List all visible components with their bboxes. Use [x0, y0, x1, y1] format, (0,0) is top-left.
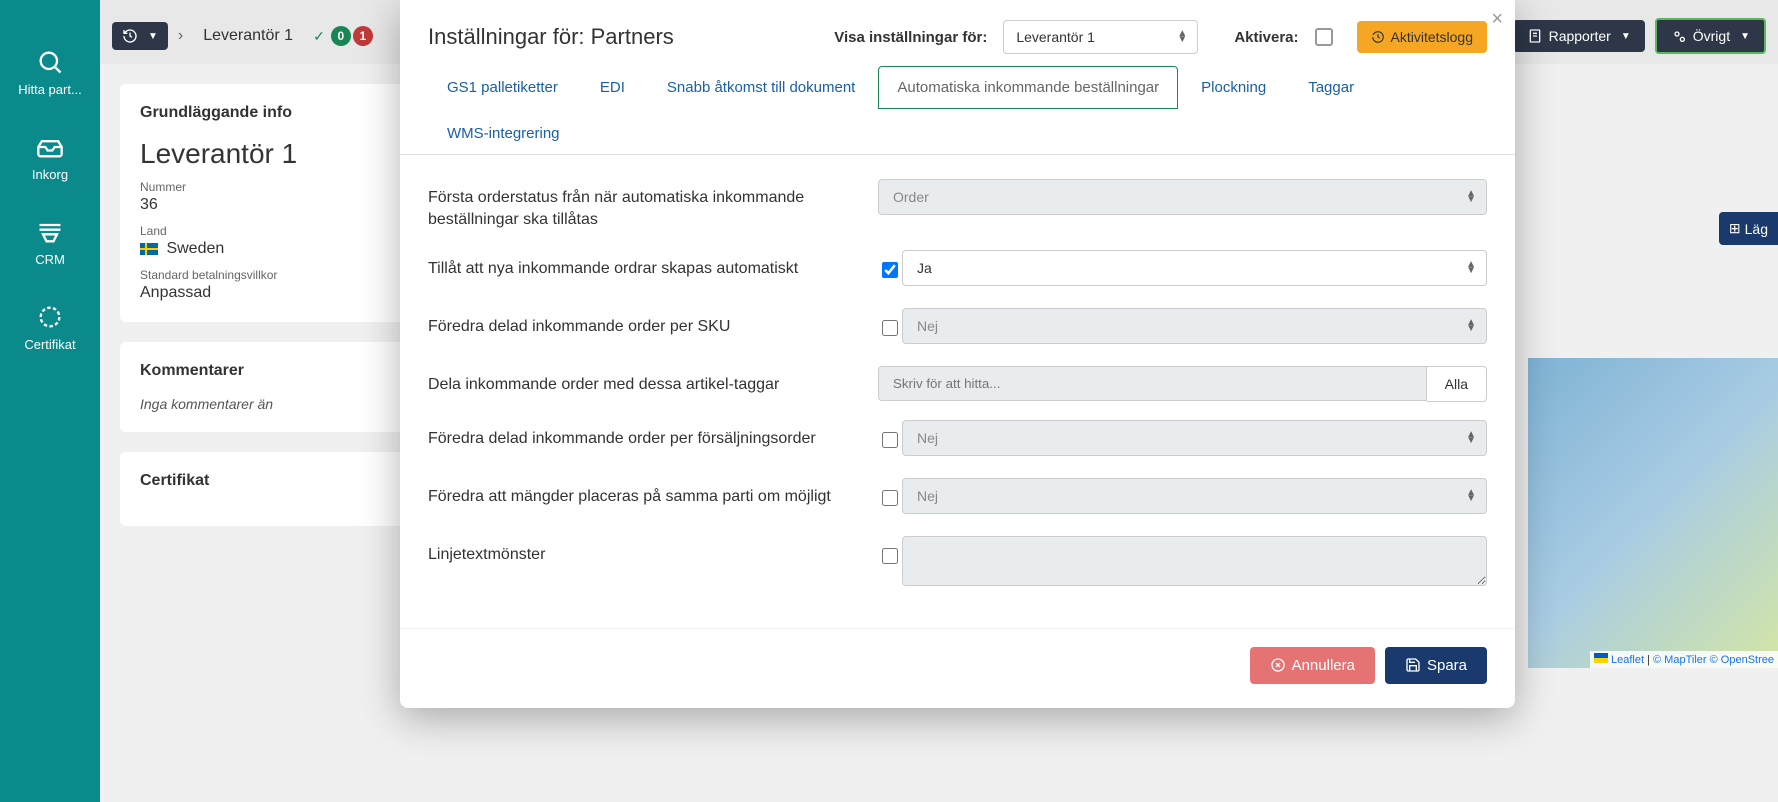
tab-quick-access[interactable]: Snabb åtkomst till dokument [648, 66, 874, 109]
tab-auto-orders[interactable]: Automatiska inkommande beställningar [878, 66, 1178, 109]
prefer-lot-checkbox[interactable] [882, 490, 898, 506]
select-value: Nej [917, 430, 938, 446]
activate-label: Aktivera: [1234, 29, 1298, 46]
form-label: Föredra delad inkommande order per SKU [428, 308, 858, 338]
cancel-button[interactable]: Annullera [1250, 647, 1375, 684]
prefer-lot-select[interactable]: Nej ▲▼ [902, 478, 1487, 514]
tab-picking[interactable]: Plockning [1182, 66, 1285, 109]
form-label: Första orderstatus från när automatiska … [428, 179, 858, 232]
form-label: Linjetextmönster [428, 536, 858, 566]
activity-log-button[interactable]: Aktivitetslogg [1357, 21, 1487, 53]
tab-gs1[interactable]: GS1 palletiketter [428, 66, 577, 109]
partner-select[interactable]: Leverantör 1 ▲▼ [1003, 20, 1198, 54]
modal-title: Inställningar för: Partners [428, 24, 818, 50]
tab-edi[interactable]: EDI [581, 66, 644, 109]
select-value: Nej [917, 488, 938, 504]
form-label: Dela inkommande order med dessa artikel-… [428, 366, 858, 396]
form-row-prefer-sku: Föredra delad inkommande order per SKU N… [428, 308, 1487, 348]
activate-checkbox[interactable] [1315, 28, 1333, 46]
select-arrows-icon: ▲▼ [1466, 320, 1476, 332]
save-icon [1405, 657, 1421, 673]
tab-wms[interactable]: WMS-integrering [428, 112, 579, 155]
first-status-select[interactable]: Order ▲▼ [878, 179, 1487, 215]
form-row-first-status: Första orderstatus från när automatiska … [428, 179, 1487, 232]
close-circle-icon [1270, 657, 1286, 673]
prefer-sales-checkbox[interactable] [882, 432, 898, 448]
allow-auto-select[interactable]: Ja ▲▼ [902, 250, 1487, 286]
modal-header: Inställningar för: Partners Visa inställ… [400, 0, 1515, 66]
line-pattern-textarea[interactable] [902, 536, 1487, 586]
modal-footer: Annullera Spara [400, 628, 1515, 708]
modal-body: Första orderstatus från när automatiska … [400, 155, 1515, 628]
partner-select-value: Leverantör 1 [1016, 29, 1095, 45]
cancel-label: Annullera [1292, 657, 1355, 674]
form-label: Tillåt att nya inkommande ordrar skapas … [428, 250, 858, 280]
select-arrows-icon: ▲▼ [1466, 432, 1476, 444]
select-arrows-icon: ▲▼ [1466, 191, 1476, 203]
form-row-share-tags: Dela inkommande order med dessa artikel-… [428, 366, 1487, 402]
line-pattern-checkbox[interactable] [882, 548, 898, 564]
tab-tags[interactable]: Taggar [1289, 66, 1373, 109]
show-settings-for-label: Visa inställningar för: [834, 29, 987, 46]
close-button[interactable]: × [1491, 8, 1503, 31]
settings-modal: Inställningar för: Partners Visa inställ… [400, 0, 1515, 708]
select-value: Order [893, 189, 929, 205]
save-button[interactable]: Spara [1385, 647, 1487, 684]
save-label: Spara [1427, 657, 1467, 674]
all-button[interactable]: Alla [1427, 366, 1487, 402]
form-row-prefer-sales: Föredra delad inkommande order per försä… [428, 420, 1487, 460]
prefer-sku-select[interactable]: Nej ▲▼ [902, 308, 1487, 344]
override-checkbox-wrap [878, 250, 902, 290]
prefer-sku-checkbox[interactable] [882, 320, 898, 336]
form-row-allow-auto: Tillåt att nya inkommande ordrar skapas … [428, 250, 1487, 290]
modal-tabs: GS1 palletiketter EDI Snabb åtkomst till… [400, 66, 1515, 155]
select-value: Nej [917, 318, 938, 334]
activity-log-label: Aktivitetslogg [1391, 29, 1473, 45]
allow-auto-checkbox[interactable] [882, 262, 898, 278]
tags-input[interactable] [878, 366, 1427, 401]
form-row-line-pattern: Linjetextmönster [428, 536, 1487, 586]
form-label: Föredra delad inkommande order per försä… [428, 420, 858, 450]
prefer-sales-select[interactable]: Nej ▲▼ [902, 420, 1487, 456]
select-arrows-icon: ▲▼ [1177, 31, 1187, 43]
select-arrows-icon: ▲▼ [1466, 490, 1476, 502]
modal-overlay: Inställningar för: Partners Visa inställ… [0, 0, 1778, 802]
form-label: Föredra att mängder placeras på samma pa… [428, 478, 858, 508]
select-arrows-icon: ▲▼ [1466, 262, 1476, 274]
form-row-prefer-lot: Föredra att mängder placeras på samma pa… [428, 478, 1487, 518]
history-icon [1371, 30, 1385, 44]
select-value: Ja [917, 260, 932, 276]
